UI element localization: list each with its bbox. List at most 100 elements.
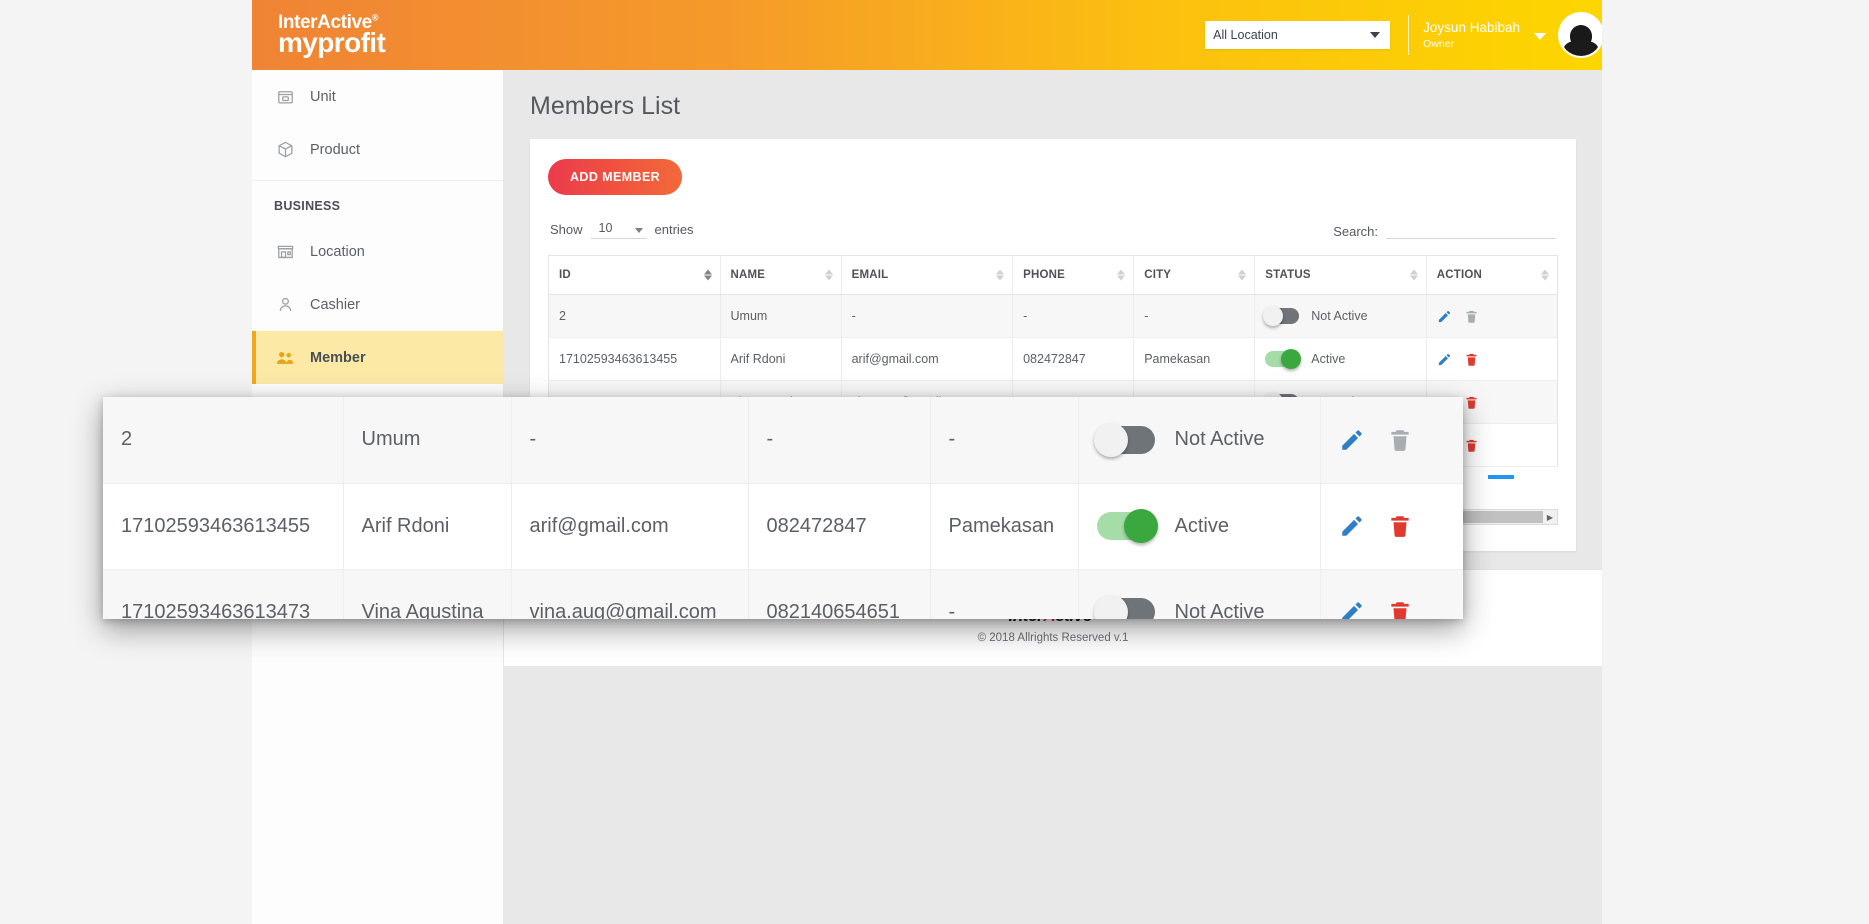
store-icon	[274, 241, 296, 263]
member-city-cell: -	[930, 397, 1078, 483]
sort-desc-icon[interactable]	[704, 270, 712, 281]
member-phone-cell: 082472847	[748, 483, 930, 569]
magnified-members-table: 2Umum---Not Active17102593463613455Arif …	[103, 397, 1463, 619]
sidebar-item-cashier[interactable]: Cashier	[252, 278, 503, 331]
sidebar-item-label: Unit	[310, 89, 336, 105]
status-toggle[interactable]	[1097, 512, 1155, 540]
add-member-button[interactable]: ADD MEMBER	[548, 159, 682, 195]
member-action-cell	[1320, 483, 1463, 569]
magnified-table-body: 2Umum---Not Active17102593463613455Arif …	[103, 397, 1463, 619]
edit-icon[interactable]	[1437, 352, 1452, 367]
avatar[interactable]	[1560, 14, 1602, 56]
status-toggle[interactable]	[1097, 598, 1155, 619]
top-header-bar: InterActive® myprofit All Location Joysu…	[252, 0, 1602, 70]
page-length-select[interactable]: 10	[591, 219, 647, 239]
member-name-cell: Umum	[343, 397, 511, 483]
sidebar-item-label: Cashier	[310, 297, 360, 313]
member-email-cell: arif@gmail.com	[841, 338, 1013, 381]
location-select-value: All Location	[1213, 28, 1278, 42]
col-header-label: ACTION	[1437, 269, 1482, 281]
sidebar-item-label: Member	[310, 350, 366, 366]
status-toggle[interactable]	[1265, 308, 1299, 324]
member-phone-cell: -	[748, 397, 930, 483]
edit-icon[interactable]	[1339, 427, 1365, 453]
member-id-cell: 2	[549, 295, 721, 338]
toggle-knob	[1094, 595, 1128, 619]
delete-icon[interactable]	[1464, 395, 1479, 410]
page-length-value: 10	[599, 221, 613, 235]
col-header-action[interactable]: ACTION	[1426, 256, 1557, 295]
sort-icon[interactable]	[1117, 270, 1125, 281]
pagination-active-indicator[interactable]	[1488, 475, 1514, 479]
sidebar-item-label: Product	[310, 142, 360, 158]
location-select[interactable]: All Location	[1205, 21, 1390, 49]
delete-icon[interactable]	[1387, 513, 1413, 539]
sort-icon[interactable]	[1238, 270, 1246, 281]
search-input[interactable]	[1386, 217, 1556, 239]
user-menu[interactable]: Joysun Habibah Owner	[1423, 14, 1602, 56]
member-city-cell: -	[930, 569, 1078, 619]
sidebar-item-label: Location	[310, 244, 365, 260]
chevron-down-icon	[1534, 33, 1546, 40]
col-header-id[interactable]: ID	[549, 256, 721, 295]
col-header-label: CITY	[1144, 269, 1171, 281]
product-box-icon	[274, 139, 296, 161]
delete-icon	[1387, 427, 1413, 453]
col-header-status[interactable]: STATUS	[1255, 256, 1427, 295]
toggle-knob	[1281, 349, 1301, 369]
delete-icon	[1464, 309, 1479, 324]
table-row: 17102593463613455Arif Rdoniarif@gmail.co…	[103, 483, 1463, 569]
sidebar-item-location[interactable]: Location	[252, 225, 503, 278]
sidebar-item-member[interactable]: Member	[252, 331, 503, 384]
person-icon	[274, 294, 296, 316]
sort-icon[interactable]	[1541, 270, 1549, 281]
brand-registered-mark: ®	[372, 13, 378, 23]
member-id-cell: 17102593463613473	[103, 569, 343, 619]
col-header-label: STATUS	[1265, 269, 1311, 281]
col-header-name[interactable]: NAME	[720, 256, 841, 295]
member-status-cell: Active	[1255, 338, 1427, 381]
col-header-phone[interactable]: PHONE	[1013, 256, 1134, 295]
table-header-row: ID NAME EMAIL	[549, 256, 1558, 295]
status-label: Not Active	[1175, 428, 1265, 451]
status-toggle[interactable]	[1265, 351, 1299, 367]
delete-icon[interactable]	[1387, 599, 1413, 619]
sidebar-item-unit[interactable]: Unit	[252, 70, 503, 123]
user-info: Joysun Habibah Owner	[1423, 20, 1520, 50]
sort-icon[interactable]	[825, 270, 833, 281]
member-action-cell	[1426, 338, 1557, 381]
user-role: Owner	[1423, 38, 1520, 50]
toggle-knob	[1124, 509, 1158, 543]
member-city-cell: Pamekasan	[1134, 338, 1255, 381]
edit-icon[interactable]	[1339, 599, 1365, 619]
member-email-cell: vina.aug@gmail.com	[511, 569, 748, 619]
member-email-cell: -	[841, 295, 1013, 338]
members-table-head: ID NAME EMAIL	[549, 256, 1558, 295]
member-id-cell: 17102593463613455	[103, 483, 343, 569]
member-phone-cell: -	[1013, 295, 1134, 338]
edit-icon[interactable]	[1339, 513, 1365, 539]
search-label: Search:	[1333, 224, 1378, 239]
sort-icon[interactable]	[996, 270, 1004, 281]
col-header-label: NAME	[731, 269, 766, 281]
status-toggle[interactable]	[1097, 426, 1155, 454]
header-right-group: All Location Joysun Habibah Owner	[1205, 0, 1602, 70]
member-status-cell: Active	[1078, 483, 1320, 569]
member-status-cell: Not Active	[1078, 397, 1320, 483]
delete-icon[interactable]	[1464, 352, 1479, 367]
sort-icon[interactable]	[1410, 270, 1418, 281]
toggle-knob	[1263, 306, 1283, 326]
col-header-email[interactable]: EMAIL	[841, 256, 1013, 295]
sidebar-item-product[interactable]: Product	[252, 123, 503, 176]
sidebar-divider	[252, 180, 503, 181]
col-header-city[interactable]: CITY	[1134, 256, 1255, 295]
member-city-cell: Pamekasan	[930, 483, 1078, 569]
scroll-right-arrow[interactable]: ▶	[1543, 513, 1557, 522]
delete-icon[interactable]	[1464, 438, 1479, 453]
chevron-down-icon	[635, 228, 643, 233]
unit-icon	[274, 86, 296, 108]
status-label: Not Active	[1175, 601, 1265, 620]
member-action-cell	[1320, 397, 1463, 483]
edit-icon[interactable]	[1437, 309, 1452, 324]
col-header-label: PHONE	[1023, 269, 1065, 281]
